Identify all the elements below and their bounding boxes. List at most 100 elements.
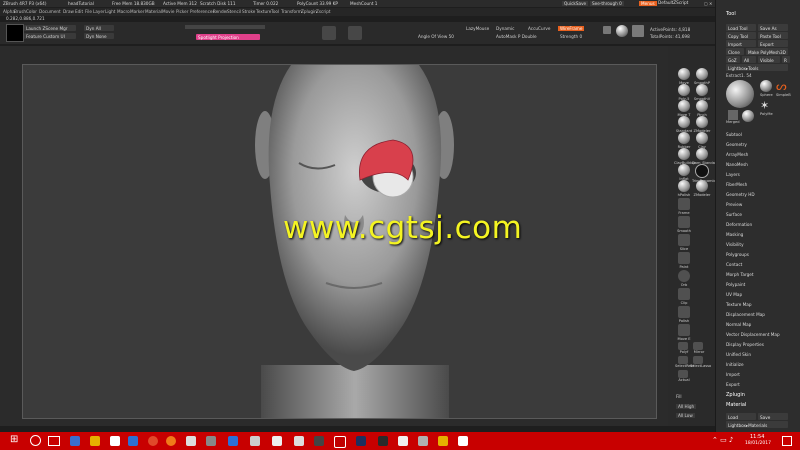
app-gray-icon[interactable] bbox=[186, 436, 196, 446]
subpalette-vector-displacement-map[interactable]: Vector Displacement Map bbox=[726, 332, 780, 337]
subpalette-texture-map[interactable]: Texture Map bbox=[726, 302, 752, 307]
texture-preview-icon[interactable] bbox=[632, 25, 644, 37]
menu-stroke[interactable]: Stroke bbox=[242, 9, 255, 14]
menu-render[interactable]: Render bbox=[213, 9, 228, 14]
quicksave-button[interactable]: QuickSave bbox=[562, 1, 589, 7]
subpalette-preview[interactable]: Preview bbox=[726, 202, 742, 207]
subpalette-polypaint[interactable]: Polypaint bbox=[726, 282, 745, 287]
material-header[interactable]: Material bbox=[726, 403, 746, 408]
feature-custom-ui-button[interactable]: Feature Custom UI bbox=[24, 33, 76, 39]
window-controls[interactable]: ▢ ✕ bbox=[704, 1, 714, 6]
shelf-frame-icon[interactable]: Frame bbox=[678, 198, 690, 215]
lightbox-tools-button[interactable]: Lightbox▸Tools bbox=[726, 64, 788, 71]
accucurve-toggle[interactable]: AccuCurve bbox=[528, 26, 550, 31]
subpalette-export[interactable]: Export bbox=[726, 382, 740, 387]
edge-icon[interactable] bbox=[70, 436, 80, 446]
menu-movie[interactable]: Movie bbox=[162, 9, 174, 14]
shelf-hpolish-brush[interactable]: hPolish bbox=[674, 180, 694, 197]
menu-transform[interactable]: Transform bbox=[281, 9, 302, 14]
shelf-move-t-brush[interactable]: Move T bbox=[674, 100, 694, 117]
material-preview-icon[interactable] bbox=[616, 25, 628, 37]
shelf-smooth-icon[interactable]: Smooth bbox=[677, 216, 691, 233]
menu-light[interactable]: Light bbox=[105, 9, 115, 14]
tool-eye-thumb[interactable] bbox=[742, 110, 754, 122]
shelf-rubber-brush[interactable]: Rubber bbox=[674, 132, 694, 149]
menu-layer[interactable]: Layer bbox=[93, 9, 105, 14]
menu-edit[interactable]: Edit bbox=[75, 9, 83, 14]
load-tool-button[interactable]: Load Tool bbox=[726, 24, 756, 31]
menu-zplugin[interactable]: Zplugin bbox=[301, 9, 317, 14]
dyn-all-button[interactable]: Dyn All bbox=[84, 25, 114, 31]
shelf-mirror-icon[interactable]: Mirror bbox=[693, 342, 704, 354]
menu-zscript[interactable]: Zscript bbox=[316, 9, 331, 14]
subpalette-uv-map[interactable]: UV Map bbox=[726, 292, 742, 297]
menu-macro[interactable]: Macro bbox=[117, 9, 130, 14]
subpalette-visibility[interactable]: Visibility bbox=[726, 242, 744, 247]
shelf-selectrect-icon[interactable]: SelectRect bbox=[675, 356, 694, 368]
shelf-claybuildup-brush[interactable]: ClayBuildup bbox=[674, 148, 695, 165]
r-button[interactable]: R bbox=[782, 56, 790, 63]
subpalette-arraymesh[interactable]: ArrayMesh bbox=[726, 152, 748, 157]
menu-preferences[interactable]: Preferences bbox=[190, 9, 215, 14]
transform-icon[interactable] bbox=[322, 26, 336, 40]
gizmo-icon[interactable] bbox=[348, 26, 362, 40]
shelf-move-e-icon[interactable]: Move E bbox=[677, 324, 691, 341]
lazymouse-toggle[interactable]: LazyMouse bbox=[466, 26, 489, 31]
subpalette-displacement-map[interactable]: Displacement Map bbox=[726, 312, 765, 317]
subpalette-fibermesh[interactable]: FiberMesh bbox=[726, 182, 747, 187]
shelf-all-low-button[interactable]: All Low bbox=[676, 413, 695, 419]
shelf-clay-brush[interactable]: Clay bbox=[692, 132, 712, 149]
zplugin-header[interactable]: Zplugin bbox=[726, 393, 745, 398]
menu-stencil[interactable]: Stencil bbox=[227, 9, 241, 14]
shelf-smoothp-brush[interactable]: SmoothP bbox=[692, 68, 712, 85]
app-red-icon[interactable] bbox=[334, 436, 346, 448]
material-load-button[interactable]: Load bbox=[726, 413, 756, 420]
subpalette-masking[interactable]: Masking bbox=[726, 232, 743, 237]
app-light-icon[interactable] bbox=[294, 436, 304, 446]
menu-color[interactable]: Color bbox=[26, 9, 37, 14]
subpalette-layers[interactable]: Layers bbox=[726, 172, 740, 177]
clock-time[interactable]: 11:54 bbox=[750, 435, 764, 440]
subpalette-normal-map[interactable]: Normal Map bbox=[726, 322, 751, 327]
make-polymesh-button[interactable]: Make PolyMesh3D bbox=[746, 48, 788, 55]
subpalette-unified-skin[interactable]: Unified Skin bbox=[726, 352, 751, 357]
angle-of-view-slider[interactable]: Angle Of View 50 bbox=[418, 34, 454, 39]
copy-tool-button[interactable]: Copy Tool bbox=[726, 32, 756, 39]
app-black-icon[interactable] bbox=[378, 436, 388, 446]
spotlight-projection-button[interactable]: Spotlight Projection bbox=[196, 34, 260, 40]
app-yellow-icon[interactable] bbox=[438, 436, 448, 446]
task-view-icon[interactable] bbox=[48, 436, 60, 446]
shelf-move-brush[interactable]: Move bbox=[674, 68, 694, 85]
tool-simpleb-thumb[interactable]: ᔕ bbox=[776, 80, 788, 92]
default-zscript-button[interactable]: DefaultZScript bbox=[658, 0, 688, 5]
menus-button[interactable]: Menus bbox=[639, 1, 657, 7]
menu-brush[interactable]: Brush bbox=[14, 9, 26, 14]
subpalette-deformation[interactable]: Deformation bbox=[726, 222, 752, 227]
menu-picker[interactable]: Picker bbox=[176, 9, 188, 14]
clone-button[interactable]: Clone bbox=[726, 48, 744, 55]
file-explorer-icon[interactable] bbox=[90, 436, 100, 446]
subpalette-surface[interactable]: Surface bbox=[726, 212, 742, 217]
menu-texture[interactable]: Texture bbox=[256, 9, 271, 14]
current-tool-thumbnail[interactable] bbox=[726, 80, 754, 108]
shelf-selectlasso-icon[interactable]: SelectLasso bbox=[690, 356, 711, 368]
shelf-damstandard-brush[interactable]: Dam_Standard bbox=[692, 148, 719, 165]
lightbox-materials-button[interactable]: Lightbox▸Materials bbox=[726, 421, 788, 428]
shelf-poly5-brush[interactable]: Poly-5 bbox=[674, 84, 694, 101]
shelf-fill-button[interactable]: Fill bbox=[676, 394, 682, 399]
all-button[interactable]: All bbox=[742, 56, 756, 63]
zbrush-icon[interactable] bbox=[250, 436, 260, 446]
material-save-button[interactable]: Save bbox=[758, 413, 788, 420]
dynamic-toggle[interactable]: Dynamic bbox=[496, 26, 514, 31]
subpalette-geometry-hd[interactable]: Geometry HD bbox=[726, 192, 755, 197]
import-tool-button[interactable]: Import bbox=[726, 40, 756, 47]
shelf-slice-icon[interactable]: Slice bbox=[678, 234, 690, 251]
app-silver-icon[interactable] bbox=[418, 436, 428, 446]
subpalette-contact[interactable]: Contact bbox=[726, 262, 742, 267]
tool-panel-header[interactable]: Tool bbox=[726, 12, 736, 17]
shelf-inflat-brush[interactable]: Inflat bbox=[674, 164, 694, 181]
shelf-paint-icon[interactable]: Paint bbox=[678, 252, 690, 269]
tool-sphere-thumb[interactable] bbox=[760, 80, 772, 92]
menu-tool[interactable]: Tool bbox=[271, 9, 279, 14]
shelf-smoothv-brush[interactable]: SmoothV bbox=[692, 84, 712, 101]
